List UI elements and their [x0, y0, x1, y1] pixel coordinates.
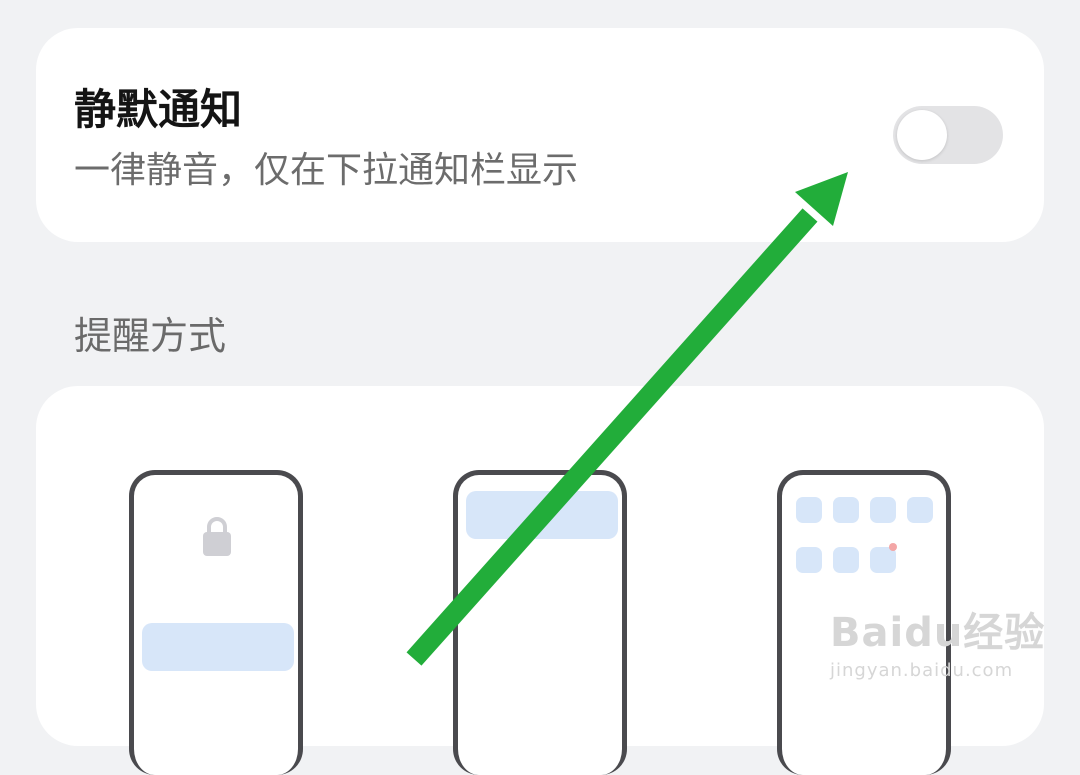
lock-screen-preview-option[interactable]	[129, 470, 303, 775]
app-icon	[796, 547, 822, 573]
app-icon	[907, 497, 933, 523]
reminder-method-heading: 提醒方式	[74, 314, 227, 358]
lock-icon	[203, 517, 231, 556]
toggle-knob	[897, 110, 947, 160]
watermark-brand: Baidu经验	[830, 610, 1046, 656]
watermark-url: jingyan.baidu.com	[830, 660, 1014, 681]
banner-preview-option[interactable]	[453, 470, 627, 775]
badge-dot-icon	[889, 543, 897, 551]
app-icon	[870, 497, 896, 523]
app-icon	[796, 497, 822, 523]
baidu-jingyan-watermark: Baidu经验 jingyan.baidu.com	[830, 600, 1045, 681]
silent-notification-description: 一律静音，仅在下拉通知栏显示	[74, 150, 579, 191]
app-icon	[833, 547, 859, 573]
silent-notification-title: 静默通知	[74, 85, 243, 134]
banner-notification-preview	[466, 491, 618, 539]
lock-screen-notification-preview	[142, 623, 294, 671]
silent-notification-toggle[interactable]	[893, 106, 1003, 164]
app-icon	[833, 497, 859, 523]
